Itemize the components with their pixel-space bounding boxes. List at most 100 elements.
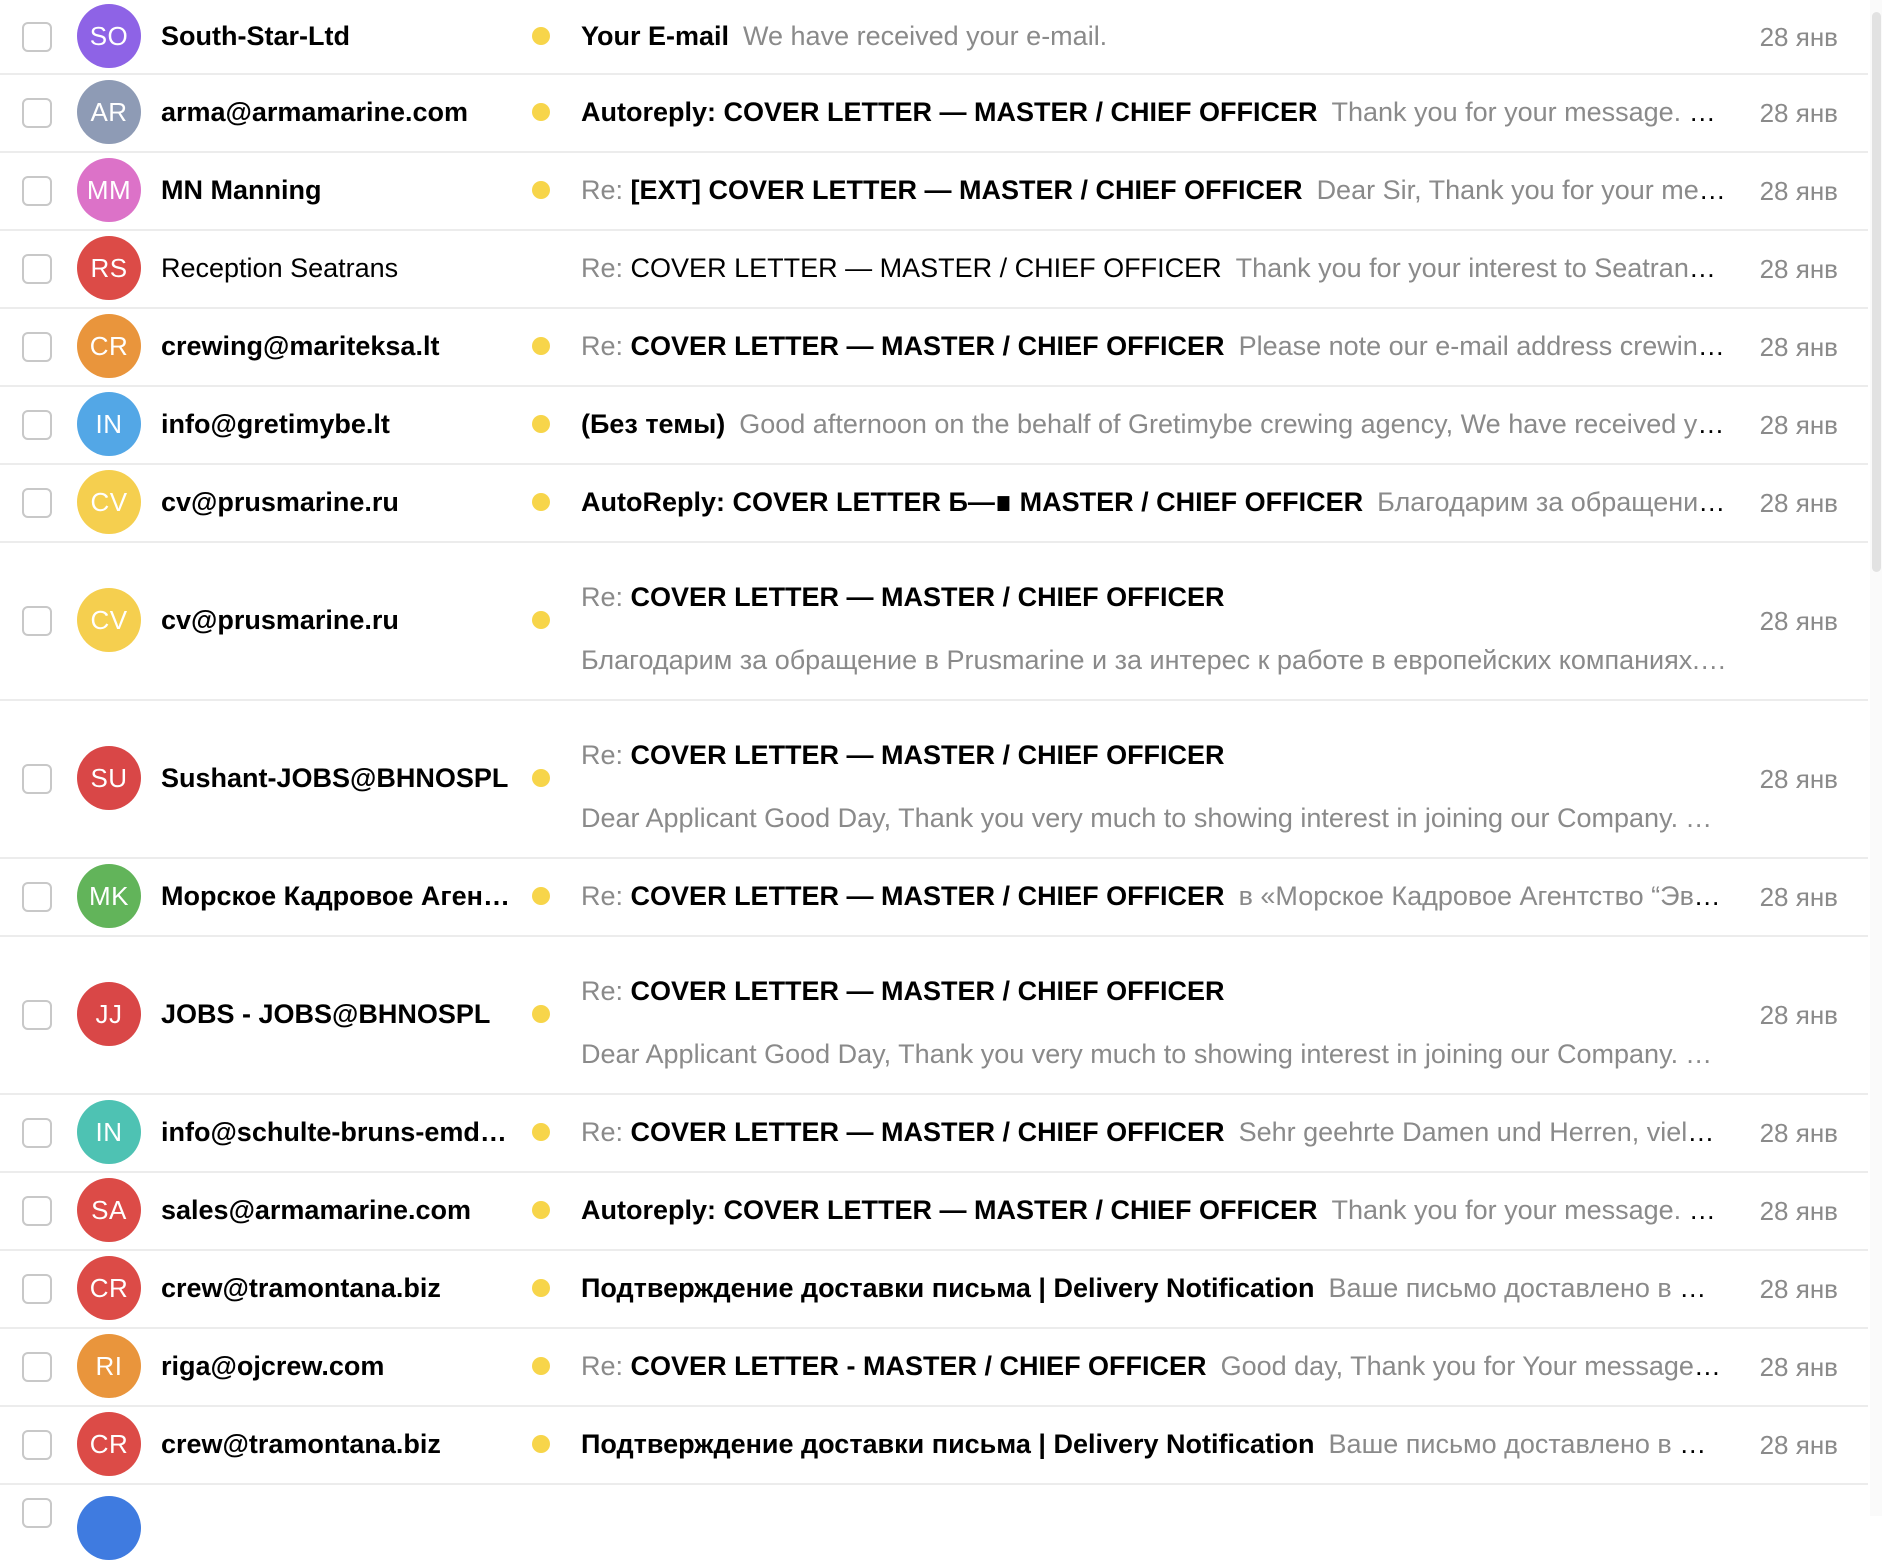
email-subject: Your E-mail (581, 20, 730, 51)
mail-row[interactable]: CR crew@tramontana.biz Подтверждение доста… (0, 1251, 1868, 1329)
sender-avatar: SO (77, 3, 141, 68)
snippet-line: Благодарим за обращение в Prusmarine и з… (581, 642, 1727, 678)
unread-dot-toggle[interactable] (532, 493, 550, 511)
subject-line: Re: COVER LETTER — MASTER / CHIEF OFFICE… (581, 878, 1727, 914)
mail-list: SO South-Star-Ltd Your E-mail We have recei… (0, 0, 1868, 1560)
email-snippet: Ваше письмо доставлено в Морск… (1328, 1273, 1727, 1303)
mail-row[interactable]: RS Reception Seatrans Re: COVER LETTER — M… (0, 231, 1868, 309)
select-checkbox[interactable] (22, 332, 52, 362)
email-subject: (Без темы) (581, 409, 726, 439)
mail-row[interactable]: MM MN Manning Re: [EXT] COVER LETTER — MAS… (0, 153, 1868, 231)
sender-name: info@schulte-bruns-emden.de (161, 1117, 521, 1147)
email-date: 28 янв (1759, 488, 1838, 518)
sender-name: riga@ojcrew.com (161, 1351, 385, 1381)
reply-prefix: Re: (581, 740, 624, 770)
email-snippet: Ваше письмо доставлено в Морск… (1328, 1429, 1727, 1459)
select-checkbox[interactable] (22, 410, 52, 440)
unread-dot-toggle[interactable] (532, 1201, 550, 1219)
unread-dot-toggle[interactable] (532, 1123, 550, 1141)
select-checkbox[interactable] (22, 764, 52, 794)
scrollbar[interactable] (1870, 0, 1882, 1516)
sender-name: arma@armamarine.com (161, 97, 468, 127)
email-date: 28 янв (1759, 410, 1838, 440)
mail-row[interactable]: SU Sushant-JOBS@BHNOSPL Re: COVER LETTER —… (0, 701, 1868, 859)
subject-line: Autoreply: COVER LETTER — MASTER / CHIEF… (581, 94, 1727, 130)
mail-row[interactable]: IN info@schulte-bruns-emden.de Re: COVER L… (0, 1095, 1868, 1173)
unread-dot-toggle[interactable] (532, 181, 550, 199)
sender-avatar: CV (77, 470, 141, 534)
mail-row[interactable]: CV cv@prusmarine.ru Re: COVER LETTER — MAS… (0, 543, 1868, 701)
select-checkbox[interactable] (22, 1430, 52, 1460)
scrollbar-thumb[interactable] (1872, 12, 1881, 572)
sender-avatar: CV (77, 588, 141, 652)
reply-prefix: Re: (581, 1351, 624, 1381)
select-checkbox[interactable] (22, 176, 52, 206)
email-subject: Подтверждение доставки письма | Delivery… (581, 1429, 1315, 1459)
email-date: 28 янв (1759, 882, 1838, 912)
mail-row[interactable]: IN info@gretimybe.lt (Без темы) Good aftern… (0, 387, 1868, 465)
reply-prefix: Re: (581, 331, 624, 361)
select-checkbox[interactable] (22, 254, 52, 284)
unread-dot-toggle[interactable] (532, 769, 550, 787)
select-checkbox[interactable] (22, 1196, 52, 1226)
mail-row[interactable]: MK Морское Кадровое Агентство Re: COVER LE… (0, 859, 1868, 937)
unread-dot-toggle[interactable] (532, 611, 550, 629)
sender-avatar: RS (77, 236, 141, 300)
sender-avatar: RI (77, 1334, 141, 1398)
email-subject: COVER LETTER — MASTER / CHIEF OFFICER (630, 976, 1225, 1006)
unread-dot-toggle[interactable] (532, 103, 550, 121)
select-checkbox[interactable] (22, 882, 52, 912)
email-date: 28 янв (1759, 21, 1838, 52)
unread-dot-toggle[interactable] (532, 1435, 550, 1453)
select-checkbox[interactable] (22, 1498, 52, 1528)
mail-row[interactable]: AR arma@armamarine.com Autoreply: COVER LE… (0, 75, 1868, 153)
unread-dot-toggle[interactable] (532, 415, 550, 433)
sender-name: crewing@mariteksa.lt (161, 331, 440, 361)
select-checkbox[interactable] (22, 1118, 52, 1148)
sender-name: cv@prusmarine.ru (161, 487, 399, 517)
email-subject: AutoReply: COVER LETTER Б—∎ MASTER / CHI… (581, 487, 1364, 517)
sender-name: Reception Seatrans (161, 253, 399, 283)
sender-avatar: AR (77, 80, 141, 144)
email-subject: COVER LETTER — MASTER / CHIEF OFFICER (630, 1117, 1225, 1147)
unread-dot-toggle[interactable] (532, 1357, 550, 1375)
unread-dot-toggle[interactable] (532, 887, 550, 905)
select-checkbox[interactable] (22, 488, 52, 518)
email-date: 28 янв (1759, 764, 1838, 794)
select-checkbox[interactable] (22, 1274, 52, 1304)
sender-name: JOBS - JOBS@BHNOSPL (161, 999, 491, 1029)
email-snippet: Dear Sir, Thank you for your message. … (1316, 175, 1727, 205)
subject-line: AutoReply: COVER LETTER Б—∎ MASTER / CHI… (581, 484, 1727, 520)
mail-row[interactable]: RI riga@ojcrew.com Re: COVER LETTER - MAST… (0, 1329, 1868, 1407)
unread-dot-toggle[interactable] (532, 1279, 550, 1297)
email-date: 28 янв (1759, 1274, 1838, 1304)
mail-row[interactable]: CR crew@tramontana.biz Подтверждение доста… (0, 1407, 1868, 1485)
mail-row-partial[interactable] (0, 1485, 1868, 1560)
select-checkbox[interactable] (22, 1000, 52, 1030)
unread-dot-toggle[interactable] (532, 1005, 550, 1023)
email-subject: COVER LETTER — MASTER / CHIEF OFFICER (630, 582, 1225, 612)
select-checkbox[interactable] (22, 21, 52, 52)
sender-name: sales@armamarine.com (161, 1195, 471, 1225)
subject-line: (Без темы) Good afternoon on the behalf o… (581, 406, 1727, 442)
mail-row[interactable]: CV cv@prusmarine.ru AutoReply: COVER LETTE… (0, 465, 1868, 543)
unread-dot-toggle[interactable] (532, 26, 550, 45)
sender-avatar: SU (77, 746, 141, 810)
email-snippet: Благодарим за обращение в Pru… (1377, 487, 1727, 517)
select-checkbox[interactable] (22, 1352, 52, 1382)
select-checkbox[interactable] (22, 606, 52, 636)
unread-dot-toggle[interactable] (532, 337, 550, 355)
reply-prefix: Re: (581, 175, 624, 205)
email-snippet: Благодарим за обращение в Prusmarine и з… (581, 645, 1700, 675)
email-subject: COVER LETTER — MASTER / CHIEF OFFICER (630, 253, 1222, 283)
mail-row[interactable]: JJ JOBS - JOBS@BHNOSPL Re: COVER LETTER — … (0, 937, 1868, 1095)
email-snippet: Good day, Thank you for Your message whi… (1220, 1351, 1727, 1381)
mail-row[interactable]: SO South-Star-Ltd Your E-mail We have recei… (0, 0, 1868, 75)
subject-line: Your E-mail We have received your e-mail. (581, 18, 1727, 54)
mail-row[interactable]: CR crewing@mariteksa.lt Re: COVER LETTER —… (0, 309, 1868, 387)
mail-row[interactable]: SA sales@armamarine.com Autoreply: COVER L… (0, 1173, 1868, 1251)
sender-name: Sushant-JOBS@BHNOSPL (161, 763, 509, 793)
email-subject: COVER LETTER — MASTER / CHIEF OFFICER (630, 740, 1225, 770)
sender-avatar: CR (77, 1412, 141, 1476)
select-checkbox[interactable] (22, 98, 52, 128)
